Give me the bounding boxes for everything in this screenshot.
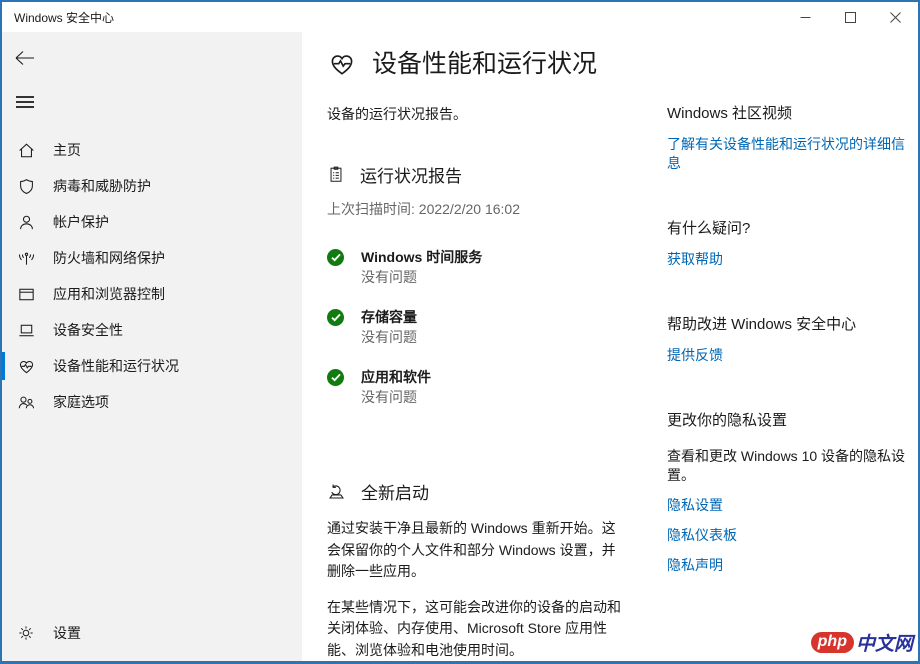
get-help-link[interactable]: 获取帮助 [667, 250, 918, 269]
aside-heading: Windows 社区视频 [667, 104, 918, 124]
gear-icon [16, 623, 36, 643]
learn-more-link[interactable]: 了解有关设备性能和运行状况的详细信息 [667, 135, 918, 173]
sidebar-item-label: 设备安全性 [53, 320, 123, 340]
check-circle-icon [327, 369, 344, 386]
sidebar-item-account-protection[interactable]: 帐户保护 [2, 204, 302, 240]
health-item-apps-software: 应用和软件 没有问题 [327, 367, 627, 427]
health-item-windows-time-service: Windows 时间服务 没有问题 [327, 247, 627, 307]
maximize-icon [845, 12, 856, 23]
aside-heading: 更改你的隐私设置 [667, 411, 918, 431]
app-window-icon [16, 284, 36, 304]
health-item-storage-capacity: 存储容量 没有问题 [327, 307, 627, 367]
give-feedback-link[interactable]: 提供反馈 [667, 346, 918, 365]
family-icon [16, 392, 36, 412]
heart-pulse-icon [327, 49, 357, 79]
sidebar-item-label: 帐户保护 [53, 212, 109, 232]
sidebar-item-label: 设置 [53, 623, 81, 643]
network-signal-icon [16, 248, 36, 268]
sidebar-item-home[interactable]: 主页 [2, 132, 302, 168]
page-subtitle: 设备的运行状况报告。 [327, 104, 627, 124]
watermark-text: 中文网 [856, 629, 913, 656]
heart-pulse-icon [16, 356, 36, 376]
check-circle-icon [327, 309, 344, 326]
aside-section-community-videos: Windows 社区视频 了解有关设备性能和运行状况的详细信息 [667, 104, 918, 173]
sidebar-item-label: 家庭选项 [53, 392, 109, 412]
aside-section-feedback: 帮助改进 Windows 安全中心 提供反馈 [667, 315, 918, 365]
sidebar-item-device-security[interactable]: 设备安全性 [2, 312, 302, 348]
health-items: Windows 时间服务 没有问题 存储容量 没有问题 [327, 247, 627, 427]
aside-column: Windows 社区视频 了解有关设备性能和运行状况的详细信息 有什么疑问? 获… [667, 32, 918, 661]
privacy-statement-link[interactable]: 隐私声明 [667, 556, 918, 575]
main-column: 设备性能和运行状况 设备的运行状况报告。 运行状况报告 上次扫描时间: 2022… [327, 32, 627, 661]
sidebar-item-family-options[interactable]: 家庭选项 [2, 384, 302, 420]
privacy-description: 查看和更改 Windows 10 设备的隐私设置。 [667, 447, 918, 485]
aside-section-privacy: 更改你的隐私设置 查看和更改 Windows 10 设备的隐私设置。 隐私设置 … [667, 411, 918, 575]
php-logo: php [811, 632, 854, 653]
menu-button[interactable] [14, 94, 36, 110]
close-button[interactable] [873, 2, 918, 32]
last-scan-time: 上次扫描时间: 2022/2/20 16:02 [327, 199, 627, 219]
health-item-status: 没有问题 [361, 387, 431, 407]
sidebar-item-settings[interactable]: 设置 [2, 615, 302, 651]
health-report-icon [327, 165, 345, 184]
aside-section-questions: 有什么疑问? 获取帮助 [667, 219, 918, 269]
sidebar-nav: 主页 病毒和威胁防护 帐户保护 [2, 132, 302, 420]
health-item-status: 没有问题 [361, 267, 482, 287]
health-item-name: Windows 时间服务 [361, 247, 482, 267]
sidebar: 主页 病毒和威胁防护 帐户保护 [2, 32, 302, 661]
close-icon [890, 12, 901, 23]
health-item-name: 应用和软件 [361, 367, 431, 387]
sidebar-item-app-browser-control[interactable]: 应用和浏览器控制 [2, 276, 302, 312]
health-report-title: 运行状况报告 [360, 162, 462, 187]
page-title: 设备性能和运行状况 [372, 46, 597, 82]
health-item-status: 没有问题 [361, 327, 417, 347]
fresh-start-title: 全新启动 [361, 479, 429, 504]
aside-heading: 有什么疑问? [667, 219, 918, 239]
hamburger-icon [16, 96, 34, 98]
maximize-button[interactable] [828, 2, 873, 32]
fresh-start-paragraph-1: 通过安装干净且最新的 Windows 重新开始。这会保留你的个人文件和部分 Wi… [327, 518, 627, 583]
sidebar-item-label: 主页 [53, 140, 81, 160]
fresh-start-paragraph-2: 在某些情况下，这可能会改进你的设备的启动和关闭体验、内存使用、Microsoft… [327, 597, 627, 662]
titlebar: Windows 安全中心 [2, 2, 918, 32]
back-arrow-icon [15, 50, 35, 66]
fresh-start-icon [327, 482, 346, 501]
back-button[interactable] [15, 46, 39, 70]
window-controls [783, 2, 918, 32]
health-item-name: 存储容量 [361, 307, 417, 327]
privacy-settings-link[interactable]: 隐私设置 [667, 496, 918, 515]
sidebar-item-label: 应用和浏览器控制 [53, 284, 165, 304]
main-content: 设备性能和运行状况 设备的运行状况报告。 运行状况报告 上次扫描时间: 2022… [302, 32, 918, 661]
sidebar-item-firewall-network[interactable]: 防火墙和网络保护 [2, 240, 302, 276]
laptop-icon [16, 320, 36, 340]
sidebar-item-label: 病毒和威胁防护 [53, 176, 151, 196]
minimize-button[interactable] [783, 2, 828, 32]
sidebar-item-device-performance-health[interactable]: 设备性能和运行状况 [2, 348, 302, 384]
sidebar-item-virus-threat-protection[interactable]: 病毒和威胁防护 [2, 168, 302, 204]
check-circle-icon [327, 249, 344, 266]
sidebar-item-label: 设备性能和运行状况 [53, 356, 179, 376]
person-icon [16, 212, 36, 232]
window-title: Windows 安全中心 [14, 9, 114, 26]
windows-security-window: Windows 安全中心 [0, 0, 920, 664]
privacy-dashboard-link[interactable]: 隐私仪表板 [667, 526, 918, 545]
home-icon [16, 140, 36, 160]
aside-heading: 帮助改进 Windows 安全中心 [667, 315, 918, 335]
sidebar-item-label: 防火墙和网络保护 [53, 248, 165, 268]
shield-icon [16, 176, 36, 196]
php-cn-watermark: php 中文网 [811, 629, 913, 656]
minimize-icon [800, 12, 811, 23]
